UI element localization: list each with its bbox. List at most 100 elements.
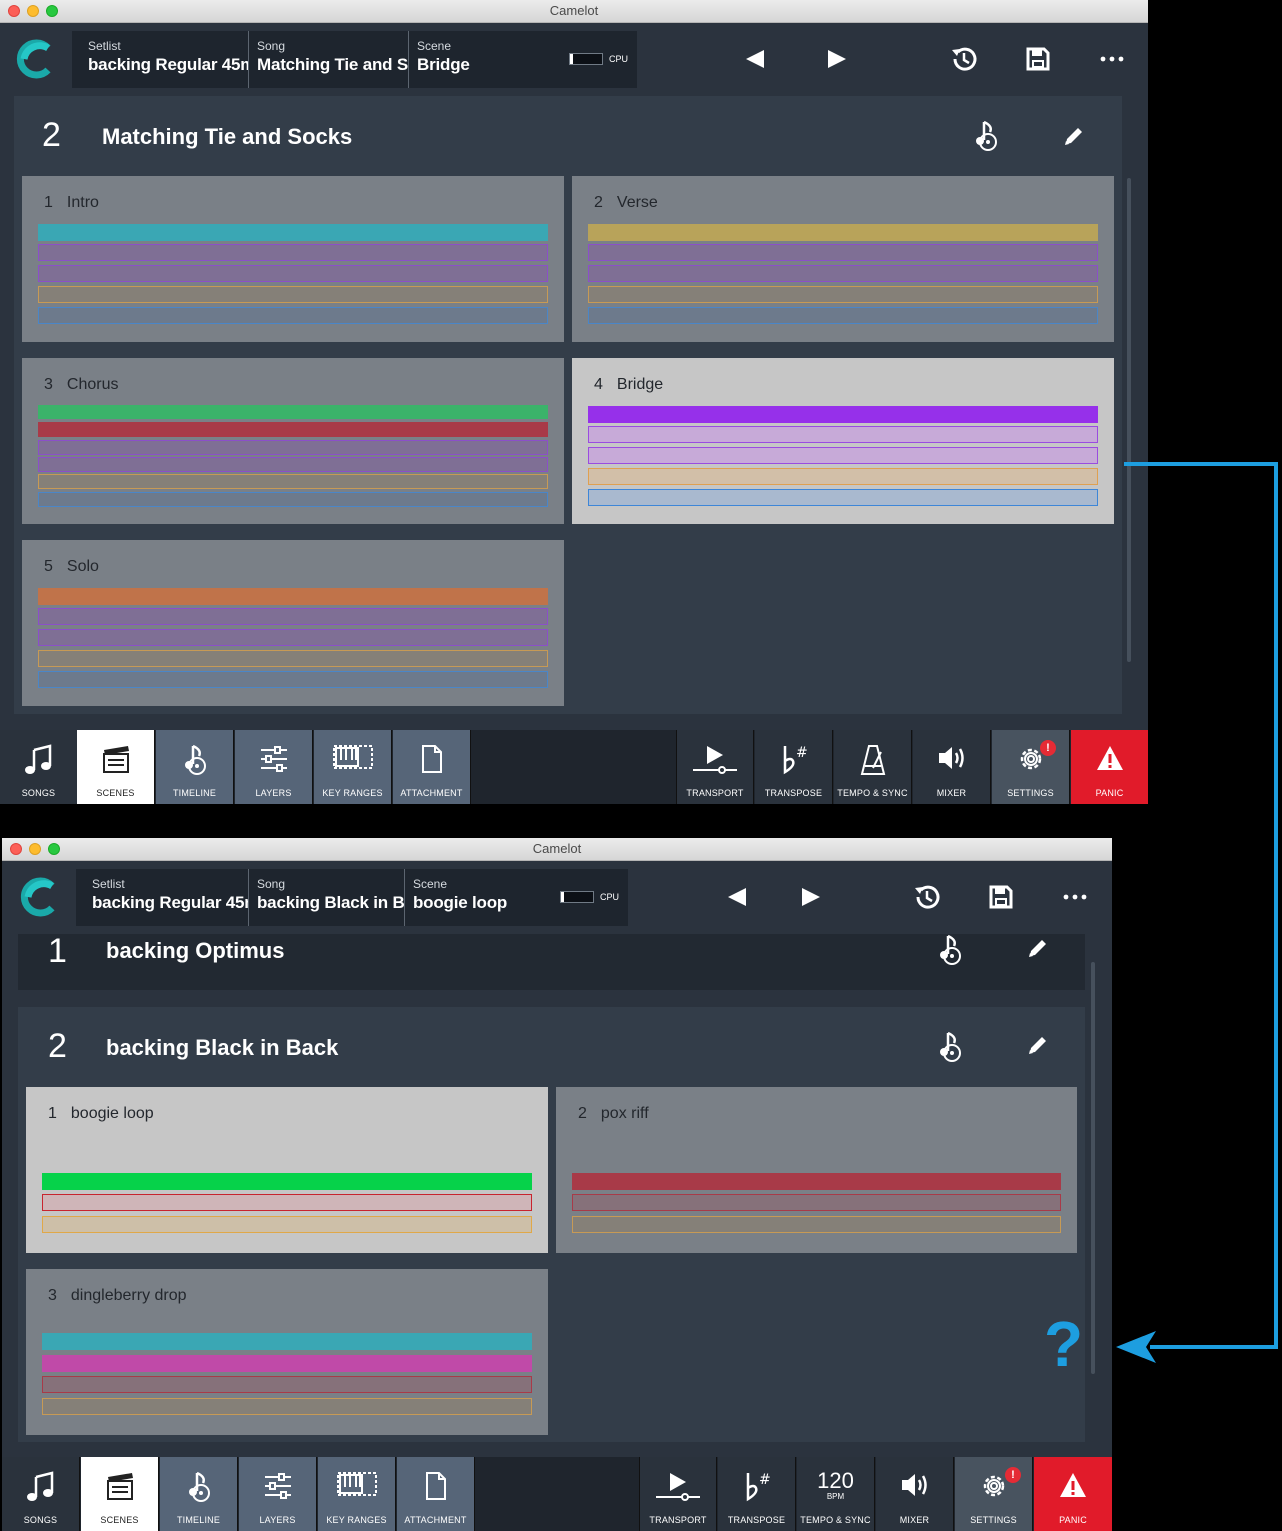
scene-title: 4 Bridge [594,376,664,393]
next-button[interactable] [817,39,857,79]
svg-text:#: # [759,1472,771,1488]
now-playing-panel[interactable]: Setlist backing Regular 45m Song Matchin… [72,31,637,88]
speaker-icon [901,1474,927,1496]
next-button[interactable] [791,877,831,917]
gear-icon [983,1475,1004,1497]
tab-attachment[interactable]: ATTACHMENT [397,1457,475,1531]
tab-settings[interactable]: ! SETTINGS [955,1457,1033,1531]
tab-transport[interactable]: TRANSPORT [639,1457,717,1531]
scene-value: Bridge [417,55,470,74]
layer-bar [588,426,1098,443]
more-button[interactable] [1055,877,1095,917]
edit-song-button[interactable] [1018,1025,1058,1065]
connector-arrow [1116,462,1278,1363]
layer-bar [38,422,548,437]
camelot-window-bottom: Camelot Setlist backing Regular 45m Song… [2,838,1112,1531]
save-button[interactable] [1018,39,1058,79]
layer-bar [42,1194,532,1211]
layer-bar [42,1376,532,1393]
layer-bar [38,224,548,241]
song-value: Matching Tie and So [257,55,409,74]
cpu-label: CPU [600,892,620,902]
song-row-collapsed[interactable]: 1 backing Optimus [18,932,1085,990]
song-timeline-button[interactable] [966,116,1006,156]
history-button[interactable] [907,877,947,917]
tab-settings[interactable]: ! SETTINGS [992,730,1070,804]
svg-text:#: # [796,745,808,761]
minimize-window-button[interactable] [27,5,39,17]
zoom-window-button[interactable] [46,5,58,17]
previous-button[interactable] [735,39,775,79]
song-title: backing Black in Back [106,1035,339,1060]
layer-bar [572,1173,1061,1190]
scene-card-intro[interactable]: 1 Intro [22,176,564,342]
tab-timeline[interactable]: TIMELINE [156,730,234,804]
play-transport-icon [693,746,737,774]
tab-tempo-sync[interactable]: 120 BPM TEMPO & SYNC [797,1457,875,1531]
tab-label: KEY RANGES [322,788,383,798]
tab-tempo-sync[interactable]: TEMPO & SYNC [834,730,912,804]
close-window-button[interactable] [10,843,22,855]
more-dots-icon [1100,56,1124,62]
song-timeline-button[interactable] [930,930,970,970]
tab-panic[interactable]: PANIC [1034,1457,1112,1531]
song-number: 2 [42,116,61,154]
tab-label: ATTACHMENT [404,1515,467,1525]
scene-info: Scene Bridge [408,31,567,88]
tab-label: SONGS [23,1515,58,1525]
setlist-label: Setlist [88,39,121,53]
previous-button[interactable] [717,877,757,917]
tab-mixer[interactable]: MIXER [913,730,991,804]
tab-layers[interactable]: LAYERS [239,1457,317,1531]
triangle-right-icon [828,50,846,68]
scene-card-chorus[interactable]: 3 Chorus [22,358,564,524]
scene-card-pox-riff[interactable]: 2 pox riff [556,1087,1077,1253]
tab-transpose[interactable]: # TRANSPOSE [755,730,833,804]
scene-card-dingleberry-drop[interactable]: 3 dingleberry drop [26,1269,548,1435]
save-button[interactable] [981,877,1021,917]
scene-card-verse[interactable]: 2 Verse [572,176,1114,342]
edit-song-button[interactable] [1054,116,1094,156]
cpu-label: CPU [609,54,629,64]
tab-attachment[interactable]: ATTACHMENT [393,730,471,804]
tab-timeline[interactable]: TIMELINE [160,1457,238,1531]
layer-bar [38,608,548,625]
more-button[interactable] [1092,39,1132,79]
layer-bar [42,1173,532,1190]
tab-scenes[interactable]: SCENES [77,730,155,804]
music-note-clock-icon [940,1031,961,1062]
tab-scenes[interactable]: SCENES [81,1457,159,1531]
window-title: Camelot [549,3,599,18]
history-button[interactable] [944,39,984,79]
scene-card-bridge[interactable]: 4 Bridge [572,358,1114,524]
setlist-info: Setlist backing Regular 45m [84,869,248,926]
song-timeline-button[interactable] [930,1027,970,1067]
layer-bar [588,265,1098,282]
tab-transpose[interactable]: # TRANSPOSE [718,1457,796,1531]
triangle-left-icon [728,888,746,906]
tab-layers[interactable]: LAYERS [235,730,313,804]
tab-label: SETTINGS [1007,788,1054,798]
edit-song-button[interactable] [1018,928,1058,968]
tab-label: TIMELINE [172,788,217,798]
more-dots-icon [1063,894,1087,900]
tab-songs[interactable]: SONGS [2,1457,80,1531]
scrollbar[interactable] [1091,962,1095,1374]
tab-mixer[interactable]: MIXER [876,1457,954,1531]
tab-label: TRANSPOSE [727,1515,786,1525]
zoom-window-button[interactable] [48,843,60,855]
tab-key-ranges[interactable]: KEY RANGES [314,730,392,804]
music-note-clock-icon [188,1471,210,1502]
scene-card-solo[interactable]: 5 Solo [22,540,564,706]
flat-sharp-icon: # [746,1472,771,1502]
tab-key-ranges[interactable]: KEY RANGES [318,1457,396,1531]
tab-transport[interactable]: TRANSPORT [676,730,754,804]
scene-card-boogie-loop[interactable]: 1 boogie loop [26,1087,548,1253]
now-playing-panel[interactable]: Setlist backing Regular 45m Song backing… [76,869,628,926]
layer-bar [588,406,1098,423]
camelot-logo-icon [16,39,51,79]
layer-bar [588,468,1098,485]
minimize-window-button[interactable] [29,843,41,855]
tab-songs[interactable]: SONGS [0,730,78,804]
close-window-button[interactable] [8,5,20,17]
